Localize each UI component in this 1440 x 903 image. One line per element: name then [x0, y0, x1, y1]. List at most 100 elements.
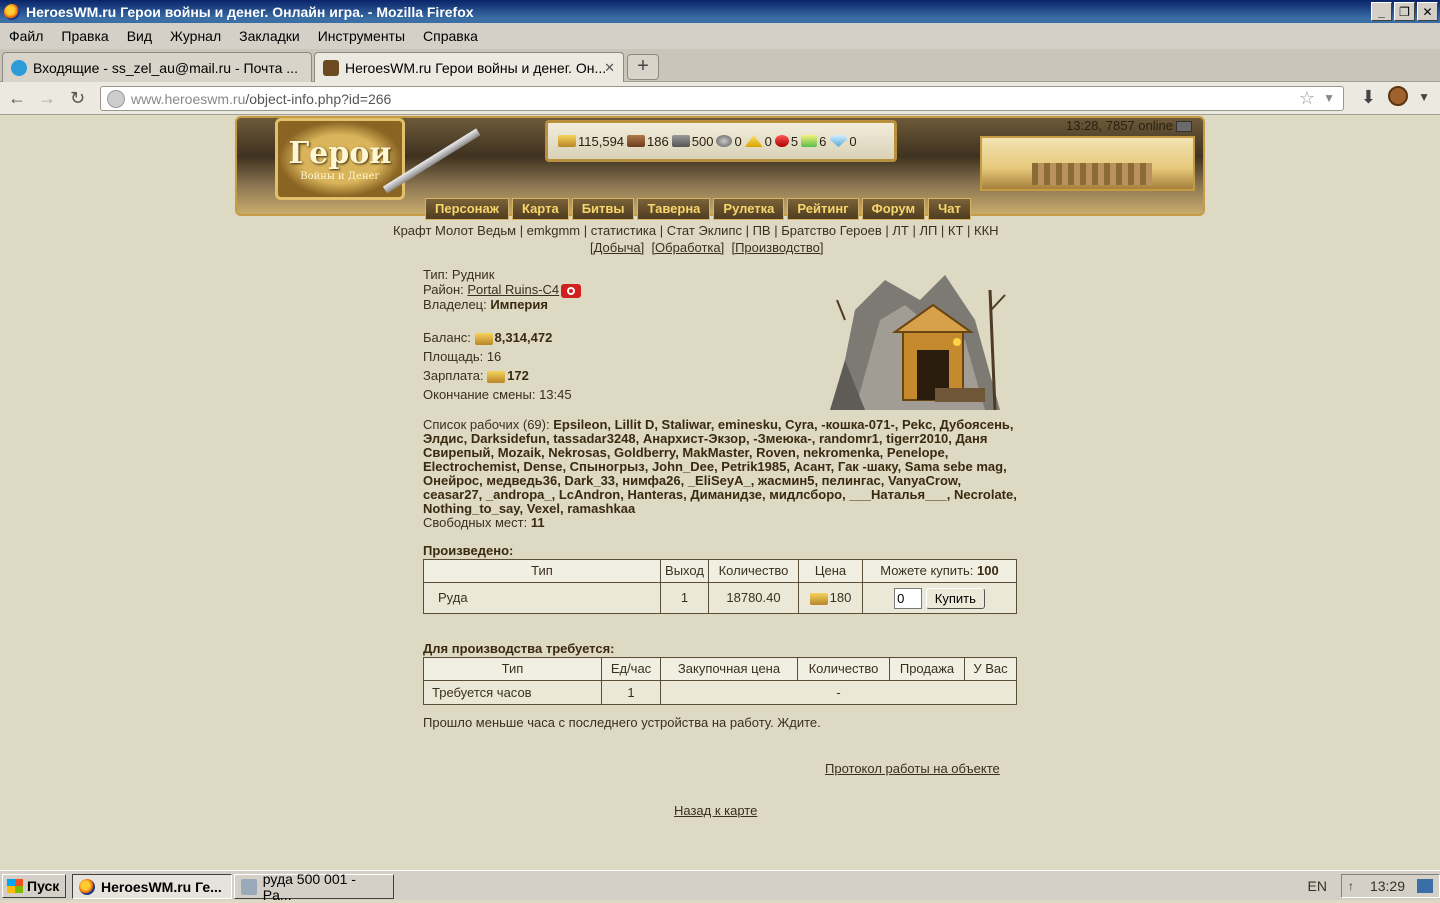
download-icon[interactable]: ⬇	[1361, 87, 1376, 108]
menu-file[interactable]: Файл	[9, 28, 43, 44]
menu-view[interactable]: Вид	[127, 28, 152, 44]
tab-mail[interactable]: Входящие - ss_zel_au@mail.ru - Почта ...	[2, 52, 312, 82]
window-titlebar: HeroesWM.ru Герои войны и денег. Онлайн …	[0, 0, 1440, 23]
tv-icon[interactable]	[1176, 121, 1192, 132]
required-type: Требуется часов	[424, 681, 602, 705]
site-identity-icon[interactable]	[107, 90, 125, 108]
sulfur-icon	[745, 135, 763, 147]
back-arrow-icon[interactable]: ←	[8, 88, 26, 109]
url-bar[interactable]: www.heroeswm.ru/object-info.php?id=266 ☆…	[100, 86, 1344, 111]
required-per-hour: 1	[602, 681, 661, 705]
language-indicator[interactable]: EN	[1308, 878, 1327, 894]
reload-icon[interactable]: ↻	[70, 88, 85, 109]
buy-quantity-input[interactable]	[894, 588, 922, 609]
buy-button[interactable]: Купить	[926, 588, 985, 609]
url-dropdown-icon[interactable]: ▼	[1323, 91, 1335, 105]
target-icon[interactable]	[561, 284, 581, 298]
table-row: Требуется часов 1 -	[424, 681, 1017, 705]
menu-history[interactable]: Журнал	[170, 28, 221, 44]
close-tab-icon[interactable]: ✕	[604, 60, 615, 76]
free-slots-label: Свободных мест:	[423, 515, 527, 530]
tab-bar: Входящие - ss_zel_au@mail.ru - Почта ...…	[0, 49, 1440, 82]
menu-edit[interactable]: Правка	[61, 28, 108, 44]
back-to-map-link[interactable]: Назад к карте	[674, 803, 757, 818]
produced-price: 180	[830, 590, 852, 605]
link-processing[interactable]: [Обработка]	[651, 240, 724, 255]
tab-mail-label: Входящие - ss_zel_au@mail.ru - Почта ...	[33, 60, 298, 76]
res-sulfur: 0	[765, 134, 772, 149]
nav-chat[interactable]: Чат	[928, 198, 971, 220]
task-paint[interactable]: руда 500 001 - Pa...	[234, 874, 394, 899]
firefox-icon	[79, 879, 95, 895]
start-button[interactable]: Пуск	[2, 874, 66, 898]
menu-bookmarks[interactable]: Закладки	[239, 28, 300, 44]
required-table: Тип Ед/час Закупочная цена Количество Пр…	[423, 657, 1017, 705]
produced-table: Тип Выход Количество Цена Можете купить:…	[423, 559, 1017, 614]
produced-header-quantity: Количество	[709, 560, 799, 583]
nav-roulette[interactable]: Рулетка	[713, 198, 784, 220]
heroeswm-favicon	[323, 60, 339, 76]
nav-character[interactable]: Персонаж	[425, 198, 509, 220]
toolbar-menu-icon[interactable]: ▼	[1418, 90, 1430, 104]
task-paint-label: руда 500 001 - Pa...	[263, 871, 387, 903]
workers-list: Список рабочих (69): Epsileon, Lillit D,…	[423, 418, 1017, 516]
table-row: Руда 1 18780.40 180 Купить	[424, 583, 1017, 614]
menu-tools[interactable]: Инструменты	[318, 28, 405, 44]
menu-help[interactable]: Справка	[423, 28, 478, 44]
produced-header-output: Выход	[661, 560, 709, 583]
required-header-yours: У Вас	[965, 658, 1017, 681]
gold-icon	[810, 593, 828, 605]
type-value: Рудник	[452, 267, 494, 282]
online-text: 13:28, 7857 online	[1066, 118, 1173, 133]
tray-expand-icon[interactable]: ↑	[1348, 879, 1354, 893]
shift-end-value: 13:45	[539, 387, 572, 402]
quick-links[interactable]: Крафт Молот Ведьм | emkgmm | статистика …	[393, 223, 999, 238]
wood-icon	[627, 135, 645, 147]
canbuy-label: Можете купить:	[880, 563, 973, 578]
workers-names[interactable]: Epsileon, Lillit D, Staliwar, eminesku, …	[423, 417, 1017, 516]
restore-button[interactable]: ❐	[1394, 2, 1415, 21]
object-info: Тип: Рудник Район: Portal Ruins-C4 Владе…	[423, 268, 1017, 730]
link-mining[interactable]: [Добыча]	[590, 240, 644, 255]
bookmark-star-icon[interactable]: ☆	[1299, 88, 1315, 109]
mail-at-icon	[11, 60, 27, 76]
tab-heroeswm[interactable]: HeroesWM.ru Герои войны и денег. Он... ✕	[314, 52, 624, 82]
crystal-icon	[775, 135, 789, 147]
url-path: /object-info.php?id=266	[245, 91, 391, 107]
res-gem: 6	[819, 134, 826, 149]
salary-value: 172	[507, 368, 529, 383]
minimize-button[interactable]: _	[1371, 2, 1392, 21]
nav-forum[interactable]: Форум	[862, 198, 925, 220]
task-firefox[interactable]: HeroesWM.ru Ге...	[72, 874, 232, 899]
nav-map[interactable]: Карта	[512, 198, 569, 220]
online-counter: 13:28, 7857 online	[1066, 118, 1192, 133]
game-header: Герои Войны и Денег 115,594 186 500 0 0 …	[235, 116, 1205, 222]
gold-icon	[558, 135, 576, 147]
res-wood: 186	[647, 134, 669, 149]
owner-value: Империя	[490, 297, 548, 312]
object-log-link[interactable]: Протокол работы на объекте	[825, 761, 1000, 776]
forward-arrow-icon[interactable]: →	[38, 88, 56, 109]
menu-bar: Файл Правка Вид Журнал Закладки Инструме…	[0, 23, 1440, 49]
url-host: www.heroeswm.ru	[131, 91, 245, 107]
nav-rating[interactable]: Рейтинг	[787, 198, 858, 220]
logo-title: Герои	[288, 136, 391, 171]
res-diamond: 0	[849, 134, 856, 149]
clock[interactable]: 13:29	[1370, 878, 1405, 894]
region-link[interactable]: Portal Ruins-C4	[467, 282, 559, 297]
required-header-type: Тип	[424, 658, 602, 681]
nav-battles[interactable]: Битвы	[572, 198, 635, 220]
ore-icon	[672, 135, 690, 147]
greasemonkey-icon[interactable]	[1388, 86, 1408, 106]
firefox-icon	[4, 4, 20, 20]
castle-image	[980, 136, 1195, 191]
res-gold: 115,594	[578, 134, 624, 149]
nav-tavern[interactable]: Таверна	[637, 198, 710, 220]
owner-label: Владелец:	[423, 297, 487, 312]
close-button[interactable]: ✕	[1417, 2, 1438, 21]
link-production[interactable]: [Производство]	[731, 240, 823, 255]
system-tray: EN ↑ 13:29	[1308, 873, 1440, 899]
show-desktop-icon[interactable]	[1417, 879, 1433, 893]
paint-icon	[241, 879, 257, 895]
new-tab-button[interactable]: +	[627, 54, 659, 80]
